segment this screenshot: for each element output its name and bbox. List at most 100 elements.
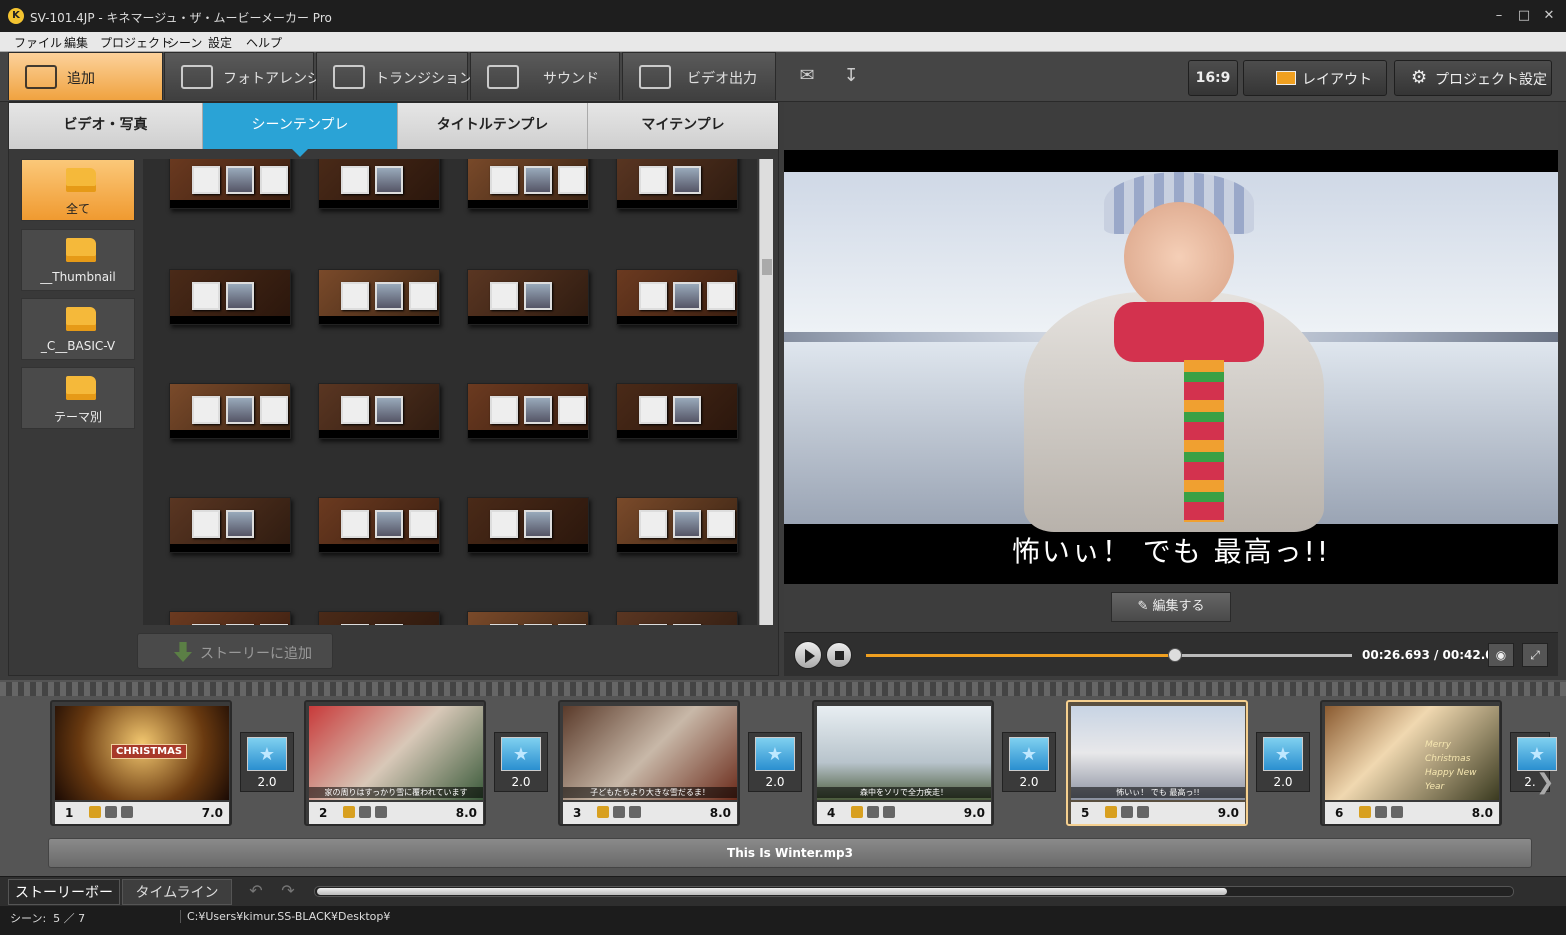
project-settings-button[interactable]: ⚙ プロジェクト設定 bbox=[1394, 60, 1552, 96]
template-thumbnail[interactable] bbox=[169, 269, 291, 325]
subtab-title-template[interactable]: タイトルテンプレ bbox=[398, 103, 588, 149]
tab-transition[interactable]: トランジション bbox=[316, 52, 473, 100]
pencil-icon[interactable] bbox=[597, 806, 609, 818]
download-icon[interactable]: ↧ bbox=[839, 64, 863, 88]
template-photo-frame bbox=[524, 510, 552, 538]
template-scrollbar[interactable] bbox=[759, 159, 773, 625]
speaker-icon[interactable] bbox=[883, 806, 895, 818]
storyboard-clip[interactable]: 怖いぃ！ でも 最高っ!! 5 9.0 bbox=[1066, 700, 1248, 826]
template-thumbnail[interactable] bbox=[616, 497, 738, 553]
subtab-my-template[interactable]: マイテンプレ bbox=[588, 103, 778, 149]
template-thumbnail[interactable] bbox=[467, 269, 589, 325]
menu-file[interactable]: ファイル bbox=[14, 34, 62, 51]
comment-icon[interactable]: ✉ bbox=[795, 64, 819, 88]
speaker-icon[interactable] bbox=[121, 806, 133, 818]
pencil-icon[interactable] bbox=[1359, 806, 1371, 818]
transition-slot[interactable]: 2.0 bbox=[494, 732, 548, 792]
speaker-icon[interactable] bbox=[375, 806, 387, 818]
menu-settings[interactable]: 設定 bbox=[208, 34, 232, 51]
seek-bar[interactable] bbox=[866, 648, 1352, 662]
scene-counter: シーン: 5 ／ 7 bbox=[10, 910, 85, 926]
camera-icon[interactable]: ◉ bbox=[1488, 643, 1514, 667]
speaker-icon[interactable] bbox=[629, 806, 641, 818]
storyboard-clip[interactable]: 子どもたちより大きな雪だるま！ 3 8.0 bbox=[558, 700, 740, 826]
subtab-scene-template[interactable]: シーンテンプレ bbox=[203, 103, 398, 157]
transition-slot[interactable]: 2.0 bbox=[1002, 732, 1056, 792]
menu-scene[interactable]: シーン bbox=[167, 34, 202, 51]
seek-handle[interactable] bbox=[1167, 648, 1182, 662]
template-thumbnail[interactable] bbox=[318, 383, 440, 439]
tab-sound[interactable]: サウンド bbox=[470, 52, 620, 100]
template-photo-frame bbox=[192, 510, 220, 538]
storyboard-clip[interactable]: 家の周りはすっかり雪に覆われています 2 8.0 bbox=[304, 700, 486, 826]
template-thumbnail[interactable] bbox=[467, 497, 589, 553]
minimize-button[interactable]: – bbox=[1488, 6, 1510, 26]
transition-slot[interactable]: 2.0 bbox=[1256, 732, 1310, 792]
zoom-icon[interactable] bbox=[105, 806, 117, 818]
template-thumbnail[interactable] bbox=[616, 159, 738, 209]
chevron-right-icon[interactable]: ❯ bbox=[1536, 770, 1554, 795]
folder-by-theme[interactable]: テーマ別 bbox=[21, 367, 135, 429]
stop-button[interactable] bbox=[826, 642, 852, 668]
template-thumbnail[interactable] bbox=[616, 383, 738, 439]
undo-icon[interactable]: ↶ bbox=[244, 881, 268, 903]
template-thumbnail[interactable] bbox=[318, 159, 440, 209]
pencil-icon[interactable] bbox=[89, 806, 101, 818]
scroll-thumb[interactable] bbox=[762, 259, 772, 275]
zoom-icon[interactable] bbox=[1375, 806, 1387, 818]
aspect-ratio-button[interactable]: 16:9 bbox=[1188, 60, 1238, 96]
add-to-story-button[interactable]: ストーリーに追加 bbox=[137, 633, 333, 669]
menu-help[interactable]: ヘルプ bbox=[246, 34, 282, 51]
close-button[interactable]: ✕ bbox=[1538, 6, 1560, 26]
template-thumbnail[interactable] bbox=[169, 497, 291, 553]
template-thumbnail[interactable] bbox=[169, 383, 291, 439]
folder-basic[interactable]: _C__BASIC-V bbox=[21, 298, 135, 360]
zoom-icon[interactable] bbox=[613, 806, 625, 818]
zoom-icon[interactable] bbox=[1121, 806, 1133, 818]
storyboard-clip[interactable]: CHRISTMAS 1 7.0 bbox=[50, 700, 232, 826]
menu-edit[interactable]: 編集 bbox=[64, 34, 88, 51]
speaker-icon[interactable] bbox=[1391, 806, 1403, 818]
scroll-thumb[interactable] bbox=[317, 888, 1227, 895]
template-thumbnail[interactable] bbox=[616, 611, 738, 625]
speaker-icon[interactable] bbox=[1137, 806, 1149, 818]
tab-timeline[interactable]: タイムライン bbox=[122, 879, 232, 905]
maximize-button[interactable]: □ bbox=[1513, 6, 1535, 26]
play-button[interactable] bbox=[794, 641, 822, 669]
template-thumbnail[interactable] bbox=[616, 269, 738, 325]
subtab-video-photo[interactable]: ビデオ・写真 bbox=[9, 103, 203, 149]
tab-storyboard[interactable]: ストーリーボード bbox=[8, 879, 120, 927]
tab-add[interactable]: 追加 bbox=[8, 52, 163, 100]
fullscreen-icon[interactable]: ⤢ bbox=[1522, 643, 1548, 667]
storyboard-clip[interactable]: 森中をソリで全力疾走！ 4 9.0 bbox=[812, 700, 994, 826]
transition-slot[interactable]: 2.0 bbox=[240, 732, 294, 792]
video-preview[interactable]: 怖いぃ！ でも 最高っ!! bbox=[784, 150, 1558, 584]
folder-thumbnail[interactable]: __Thumbnail bbox=[21, 229, 135, 291]
template-thumbnail[interactable] bbox=[169, 159, 291, 209]
pencil-icon[interactable] bbox=[343, 806, 355, 818]
template-thumbnail[interactable] bbox=[318, 611, 440, 625]
template-thumbnail[interactable] bbox=[467, 159, 589, 209]
template-photo-frame bbox=[192, 624, 220, 625]
template-thumbnail[interactable] bbox=[318, 497, 440, 553]
template-thumbnail[interactable] bbox=[169, 611, 291, 625]
storyboard-clip[interactable]: Merry Christmas Happy New Year 6 8.0 bbox=[1320, 700, 1502, 826]
layout-button[interactable]: レイアウト bbox=[1243, 60, 1387, 96]
audio-track[interactable]: This Is Winter.mp3 bbox=[48, 838, 1532, 868]
tab-photo-arrange[interactable]: フォトアレンジ bbox=[164, 52, 321, 100]
menu-project[interactable]: プロジェクト bbox=[100, 34, 172, 51]
zoom-icon[interactable] bbox=[359, 806, 371, 818]
redo-icon[interactable]: ↷ bbox=[276, 881, 300, 903]
pencil-icon[interactable] bbox=[1105, 806, 1117, 818]
zoom-icon[interactable] bbox=[867, 806, 879, 818]
transition-slot[interactable]: 2.0 bbox=[748, 732, 802, 792]
folder-all[interactable]: 全て bbox=[21, 159, 135, 221]
tab-video-output[interactable]: ビデオ出力 bbox=[622, 52, 776, 100]
pencil-icon[interactable] bbox=[851, 806, 863, 818]
edit-button[interactable]: ✎ 編集する bbox=[1111, 592, 1231, 622]
storyboard-scrollbar[interactable] bbox=[314, 886, 1514, 897]
template-thumbnail[interactable] bbox=[467, 611, 589, 625]
clip-thumbnail: 子どもたちより大きな雪だるま！ bbox=[563, 706, 737, 800]
template-thumbnail[interactable] bbox=[318, 269, 440, 325]
template-thumbnail[interactable] bbox=[467, 383, 589, 439]
